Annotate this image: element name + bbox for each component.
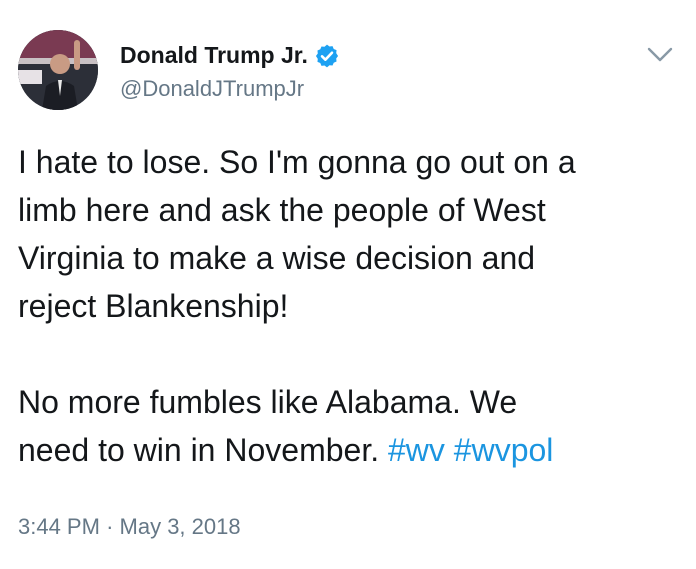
tweet-text-line: Virginia to make a wise decision and — [18, 240, 536, 276]
tweet-time[interactable]: 3:44 PM — [18, 514, 100, 539]
tweet-text-line: need to win in November. #wv #wvpol — [18, 426, 683, 474]
tweet-text-line: reject Blankenship! — [18, 288, 289, 324]
tweet-date[interactable]: May 3, 2018 — [120, 514, 241, 539]
tweet-text-line: No more fumbles like Alabama. We — [18, 384, 518, 420]
author-display-name[interactable]: Donald Trump Jr. — [120, 42, 308, 69]
tweet-timestamp: 3:44 PM · May 3, 2018 — [18, 514, 241, 540]
avatar[interactable] — [18, 30, 98, 110]
hashtag-link[interactable]: #wv — [388, 432, 445, 468]
tweet-text-line: limb here and ask the people of West — [18, 192, 546, 228]
author-handle[interactable]: @DonaldJTrumpJr — [120, 76, 304, 102]
tweet-text: I hate to lose. So I'm gonna go out on a… — [18, 138, 683, 474]
chevron-down-icon[interactable] — [644, 42, 676, 68]
verified-badge-icon — [314, 43, 340, 69]
hashtag-link[interactable]: #wvpol — [454, 432, 554, 468]
profile-photo-icon — [18, 30, 98, 110]
tweet-text-line: I hate to lose. So I'm gonna go out on a — [18, 144, 576, 180]
tweet-text-fragment: need to win in November. — [18, 432, 380, 468]
author-name-row: Donald Trump Jr. — [120, 42, 340, 69]
timestamp-separator: · — [106, 514, 114, 539]
tweet-card: Donald Trump Jr. @DonaldJTrumpJr I hate … — [0, 0, 696, 569]
